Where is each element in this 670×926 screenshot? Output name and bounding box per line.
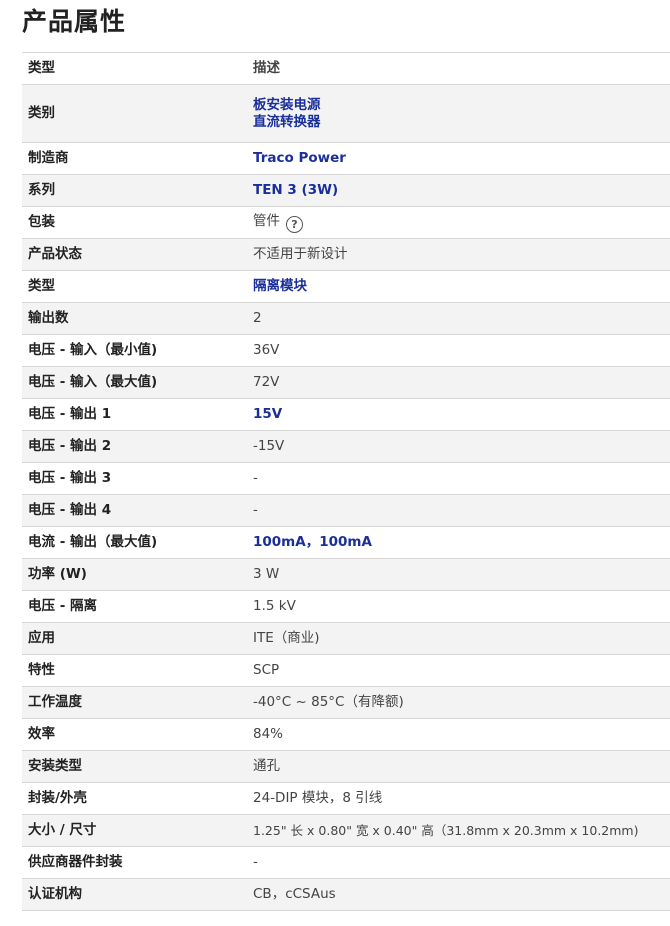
table-row: 电压 - 输出 2 -15V — [22, 430, 670, 463]
series-link[interactable]: TEN 3 (3W) — [253, 182, 338, 198]
row-label-outputs: 输出数 — [22, 302, 247, 335]
row-label-isolation: 电压 - 隔离 — [22, 590, 247, 623]
row-label-approvals: 认证机构 — [22, 878, 247, 911]
manufacturer-link[interactable]: Traco Power — [253, 150, 346, 166]
table-row: 制造商 Traco Power — [22, 142, 670, 175]
row-value-packaging: 管件? — [247, 206, 670, 239]
table-row: 工作温度 -40°C ~ 85°C（有降额) — [22, 686, 670, 719]
row-value-outputs: 2 — [247, 302, 670, 335]
row-label-temp: 工作温度 — [22, 686, 247, 719]
row-value-vout4: - — [247, 494, 670, 527]
row-label-vout1: 电压 - 输出 1 — [22, 398, 247, 431]
table-row: 类型 隔离模块 — [22, 270, 670, 303]
table-row: 电压 - 输入（最大值) 72V — [22, 366, 670, 399]
table-row: 输出数 2 — [22, 302, 670, 335]
question-circle-icon[interactable]: ? — [286, 215, 303, 233]
category-link-dc-converter[interactable]: 直流转换器 — [253, 114, 664, 131]
table-row: 功率 (W) 3 W — [22, 558, 670, 591]
row-label-vin-max: 电压 - 输入（最大值) — [22, 366, 247, 399]
row-label-type: 类型 — [22, 270, 247, 303]
row-label-series: 系列 — [22, 174, 247, 207]
table-row: 特性 SCP — [22, 654, 670, 687]
table-row: 应用 ITE（商业) — [22, 622, 670, 655]
row-label-vin-min: 电压 - 输入（最小值) — [22, 334, 247, 367]
table-row: 包装 管件? — [22, 206, 670, 239]
row-value-category: 板安装电源 直流转换器 — [247, 84, 670, 143]
row-label-supplier-pkg: 供应商器件封装 — [22, 846, 247, 879]
table-header-row: 类型 描述 — [22, 52, 670, 85]
table-row: 封装/外壳 24-DIP 模块，8 引线 — [22, 782, 670, 815]
vout1-link[interactable]: 15V — [253, 406, 282, 422]
row-label-iout-max: 电流 - 输出（最大值) — [22, 526, 247, 559]
row-label-product-status: 产品状态 — [22, 238, 247, 271]
row-label-manufacturer: 制造商 — [22, 142, 247, 175]
row-value-supplier-pkg: - — [247, 846, 670, 879]
row-value-temp: -40°C ~ 85°C（有降额) — [247, 686, 670, 719]
header-type: 类型 — [22, 52, 247, 85]
attributes-table: 类型 描述 类别 板安装电源 直流转换器 制造商 Traco Power 系列 … — [22, 52, 670, 911]
row-value-vout3: - — [247, 462, 670, 495]
row-value-mounting: 通孔 — [247, 750, 670, 783]
table-row: 电压 - 输入（最小值) 36V — [22, 334, 670, 367]
row-label-vout4: 电压 - 输出 4 — [22, 494, 247, 527]
table-row: 系列 TEN 3 (3W) — [22, 174, 670, 207]
table-row: 供应商器件封装 - — [22, 846, 670, 879]
row-value-product-status: 不适用于新设计 — [247, 238, 670, 271]
row-value-power: 3 W — [247, 558, 670, 591]
product-attributes-page: 产品属性 类型 描述 类别 板安装电源 直流转换器 制造商 Traco Powe… — [0, 0, 670, 926]
row-value-approvals: CB，cCSAus — [247, 878, 670, 911]
row-label-efficiency: 效率 — [22, 718, 247, 751]
table-row: 类别 板安装电源 直流转换器 — [22, 84, 670, 143]
row-label-vout2: 电压 - 输出 2 — [22, 430, 247, 463]
row-value-size: 1.25" 长 x 0.80" 宽 x 0.40" 高（31.8mm x 20.… — [247, 814, 670, 847]
table-row: 安装类型 通孔 — [22, 750, 670, 783]
table-row: 效率 84% — [22, 718, 670, 751]
row-value-package: 24-DIP 模块，8 引线 — [247, 782, 670, 815]
row-value-vin-max: 72V — [247, 366, 670, 399]
row-value-vin-min: 36V — [247, 334, 670, 367]
table-row: 电流 - 输出（最大值) 100mA，100mA — [22, 526, 670, 559]
table-row: 认证机构 CB，cCSAus — [22, 878, 670, 911]
row-value-efficiency: 84% — [247, 718, 670, 751]
table-row: 电压 - 隔离 1.5 kV — [22, 590, 670, 623]
category-link-board-mount[interactable]: 板安装电源 — [253, 97, 664, 114]
row-label-application: 应用 — [22, 622, 247, 655]
row-label-features: 特性 — [22, 654, 247, 687]
row-value-vout2: -15V — [247, 430, 670, 463]
table-row: 电压 - 输出 4 - — [22, 494, 670, 527]
table-row: 产品状态 不适用于新设计 — [22, 238, 670, 271]
row-label-size: 大小 / 尺寸 — [22, 814, 247, 847]
row-label-packaging: 包装 — [22, 206, 247, 239]
row-value-application: ITE（商业) — [247, 622, 670, 655]
packaging-value: 管件 — [253, 212, 280, 229]
row-label-package: 封装/外壳 — [22, 782, 247, 815]
table-row: 大小 / 尺寸 1.25" 长 x 0.80" 宽 x 0.40" 高（31.8… — [22, 814, 670, 847]
type-link[interactable]: 隔离模块 — [253, 278, 307, 294]
row-label-mounting: 安装类型 — [22, 750, 247, 783]
row-value-isolation: 1.5 kV — [247, 590, 670, 623]
iout-max-link[interactable]: 100mA，100mA — [253, 534, 372, 550]
row-label-vout3: 电压 - 输出 3 — [22, 462, 247, 495]
header-description: 描述 — [247, 52, 670, 85]
table-row: 电压 - 输出 1 15V — [22, 398, 670, 431]
row-value-features: SCP — [247, 654, 670, 687]
row-label-category: 类别 — [22, 84, 247, 143]
row-label-power: 功率 (W) — [22, 558, 247, 591]
page-title: 产品属性 — [22, 7, 127, 36]
table-row: 电压 - 输出 3 - — [22, 462, 670, 495]
